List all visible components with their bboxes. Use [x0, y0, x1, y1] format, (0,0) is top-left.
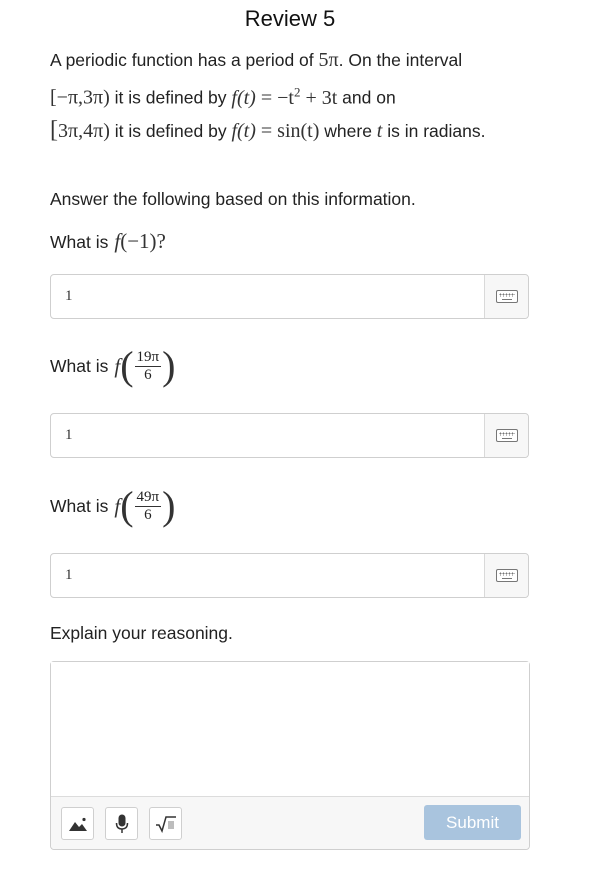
answer-input-3[interactable]: 1 [50, 553, 529, 598]
math-keyboard-button-3[interactable] [485, 554, 528, 597]
image-icon [68, 817, 87, 831]
answer-value-1[interactable]: 1 [51, 275, 485, 318]
question-1: What is f (−1)? [50, 229, 166, 253]
fraction-19pi-over-6: 19π 6 [134, 348, 162, 383]
insert-image-button[interactable] [61, 807, 94, 840]
microphone-icon [115, 814, 128, 833]
period-value: 5π [318, 49, 339, 71]
square-root-icon [155, 815, 176, 833]
explain-response-box: Submit [50, 661, 530, 850]
answer-input-1[interactable]: 1 [50, 274, 529, 319]
keyboard-icon [495, 569, 518, 582]
answer-value-2[interactable]: 1 [51, 414, 485, 457]
question-2: What is f( 19π 6) [50, 343, 176, 388]
keyboard-icon [495, 429, 518, 442]
math-keyboard-button-2[interactable] [485, 414, 528, 457]
math-keyboard-button-1[interactable] [485, 275, 528, 318]
answer-value-3[interactable]: 1 [51, 554, 485, 597]
explain-label: Explain your reasoning. [50, 623, 233, 643]
response-toolbar: Submit [51, 796, 529, 849]
math-input-button[interactable] [149, 807, 182, 840]
explain-textarea[interactable] [51, 662, 529, 797]
submit-button[interactable]: Submit [424, 805, 521, 840]
page-title: Review 5 [244, 6, 336, 31]
interval-one: [−π,3π) [50, 86, 110, 109]
keyboard-icon [495, 290, 518, 303]
fraction-49pi-over-6: 49π 6 [134, 488, 162, 523]
interval-two: 3π,4π) [58, 119, 110, 142]
answer-input-2[interactable]: 1 [50, 413, 529, 458]
instructions-text: Answer the following based on this infor… [50, 189, 416, 209]
record-audio-button[interactable] [105, 807, 138, 840]
question-3: What is f( 49π 6) [50, 483, 176, 528]
problem-statement: A periodic function has a period of 5π. … [50, 49, 486, 143]
